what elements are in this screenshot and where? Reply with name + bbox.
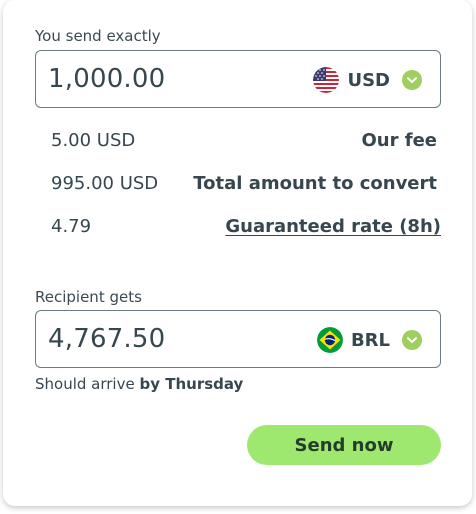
rate-value: 4.79 bbox=[51, 216, 92, 237]
receive-amount-label: Recipient gets bbox=[35, 288, 142, 306]
receive-amount-input[interactable]: 4,767.50 bbox=[48, 324, 165, 354]
send-amount-input[interactable]: 1,000.00 bbox=[48, 64, 165, 94]
arrival-prefix: Should arrive bbox=[35, 375, 135, 393]
send-now-button[interactable]: Send now bbox=[247, 425, 441, 465]
convert-label: Total amount to convert bbox=[193, 173, 437, 194]
convert-value: 995.00 USD bbox=[51, 173, 159, 194]
rate-row: 4.79 Guaranteed rate (8h) bbox=[51, 216, 441, 240]
arrival-estimate: Should arrive by Thursday bbox=[35, 375, 243, 393]
chevron-down-icon bbox=[402, 70, 422, 90]
us-flag-icon bbox=[313, 67, 340, 93]
receive-currency-code: BRL bbox=[350, 329, 390, 351]
receive-currency-select[interactable]: BRL bbox=[316, 325, 422, 355]
arrival-day: by Thursday bbox=[139, 375, 244, 393]
send-amount-label: You send exactly bbox=[35, 27, 161, 45]
fee-label: Our fee bbox=[361, 130, 437, 151]
send-currency-select[interactable]: USD bbox=[313, 65, 422, 95]
guaranteed-rate-link[interactable]: Guaranteed rate (8h) bbox=[225, 216, 441, 237]
chevron-down-icon bbox=[402, 330, 422, 350]
fee-value: 5.00 USD bbox=[51, 130, 136, 151]
brazil-flag-icon bbox=[316, 327, 343, 353]
fee-row: 5.00 USD Our fee bbox=[51, 130, 441, 154]
send-amount-field[interactable]: 1,000.00 USD bbox=[35, 50, 441, 108]
send-currency-code: USD bbox=[347, 69, 390, 91]
transfer-card: You send exactly 1,000.00 USD 5.00 USD O… bbox=[3, 0, 472, 506]
convert-row: 995.00 USD Total amount to convert bbox=[51, 173, 441, 197]
receive-amount-field[interactable]: 4,767.50 BRL bbox=[35, 310, 441, 368]
